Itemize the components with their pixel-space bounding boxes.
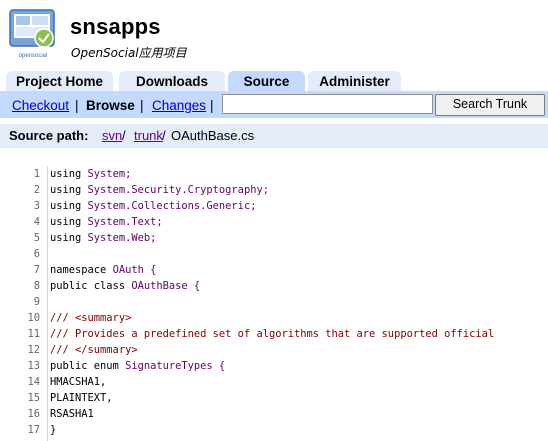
code-token: RSASHA1 — [50, 408, 94, 420]
line-number[interactable]: 3 — [0, 198, 40, 214]
tab-source[interactable]: Source — [228, 71, 305, 92]
code-token: /// <summary> — [50, 312, 132, 324]
line-number[interactable]: 15 — [0, 390, 40, 406]
code-token: } — [50, 424, 57, 436]
opensocial-logo-icon: opensocial — [9, 9, 55, 59]
path-separator: / — [122, 128, 126, 143]
code-text: public enum SignatureTypes { — [50, 358, 225, 374]
code-text: /// </summary> — [50, 342, 138, 358]
code-token: using — [50, 184, 88, 196]
line-number[interactable]: 6 — [0, 246, 40, 262]
changes-link[interactable]: Changes — [152, 98, 206, 113]
code-token: System.Web; — [87, 232, 157, 244]
source-path-label: Source path: — [9, 128, 89, 143]
tab-administer[interactable]: Administer — [308, 71, 401, 91]
code-text: PLAINTEXT, — [50, 390, 113, 406]
project-logo[interactable]: opensocial — [6, 8, 60, 60]
project-name[interactable]: snsapps — [70, 14, 161, 40]
line-number[interactable]: 9 — [0, 294, 40, 310]
code-text: /// Provides a predefined set of algorit… — [50, 326, 494, 342]
code-token: SignatureTypes { — [125, 360, 226, 372]
line-number[interactable]: 11 — [0, 326, 40, 342]
path-separator: / — [162, 128, 166, 143]
project-summary: OpenSocial应用项目 — [71, 46, 187, 60]
code-token: namespace — [50, 264, 113, 276]
line-number[interactable]: 12 — [0, 342, 40, 358]
code-text: using System.Collections.Generic; — [50, 198, 256, 214]
code-text: RSASHA1 — [50, 406, 94, 422]
code-token: using — [50, 168, 88, 180]
tab-project-home[interactable]: Project Home — [6, 71, 113, 91]
search-trunk-button[interactable]: Search Trunk — [435, 94, 545, 116]
code-token: using — [50, 232, 88, 244]
code-token: public enum — [50, 360, 126, 372]
subnav-separator: | — [75, 98, 79, 113]
browse-current: Browse — [86, 98, 135, 113]
code-token: HMACSHA1, — [50, 376, 107, 388]
subnav-separator: | — [140, 98, 144, 113]
line-number[interactable]: 10 — [0, 310, 40, 326]
current-file-name: OAuthBase.cs — [171, 128, 255, 143]
code-text: } — [50, 422, 56, 438]
checkout-link[interactable]: Checkout — [12, 98, 69, 113]
logo-text: opensocial — [19, 53, 48, 59]
source-code-view[interactable]: 1 using System; 2 using System.Security.Cry… — [0, 166, 548, 441]
tab-downloads[interactable]: Downloads — [119, 71, 225, 91]
code-token: OAuth { — [112, 264, 157, 276]
line-number[interactable]: 1 — [0, 166, 40, 182]
code-token: System.Security.Cryptography; — [87, 184, 269, 196]
code-token: OAuthBase { — [131, 280, 201, 292]
line-number[interactable]: 7 — [0, 262, 40, 278]
source-path-bar: Source path: svn / trunk / OAuthBase.cs — [0, 124, 548, 148]
code-text: using System.Web; — [50, 230, 156, 246]
code-token: System.Collections.Generic; — [87, 200, 257, 212]
code-token: /// Provides a predefined set of algorit… — [50, 328, 495, 340]
code-text: /// <summary> — [50, 310, 131, 326]
code-token: System; — [87, 168, 132, 180]
line-number[interactable]: 17 — [0, 422, 40, 438]
line-number[interactable]: 16 — [0, 406, 40, 422]
code-text: using System; — [50, 166, 131, 182]
line-number[interactable]: 14 — [0, 374, 40, 390]
code-token: /// </summary> — [50, 344, 138, 356]
code-token: System.Text; — [87, 216, 163, 228]
subnav-separator: | — [210, 98, 214, 113]
path-link-svn[interactable]: svn — [102, 124, 122, 148]
line-number[interactable]: 13 — [0, 358, 40, 374]
path-link-trunk[interactable]: trunk — [134, 124, 163, 148]
code-token: public class — [50, 280, 132, 292]
code-text: using System.Text; — [50, 214, 163, 230]
line-number[interactable]: 8 — [0, 278, 40, 294]
code-text: HMACSHA1, — [50, 374, 106, 390]
code-token: using — [50, 200, 88, 212]
code-token: PLAINTEXT, — [50, 392, 113, 404]
code-token: using — [50, 216, 88, 228]
code-text: public class OAuthBase { — [50, 278, 200, 294]
line-number[interactable]: 2 — [0, 182, 40, 198]
gutter-divider — [47, 166, 48, 441]
line-number[interactable]: 5 — [0, 230, 40, 246]
line-number[interactable]: 4 — [0, 214, 40, 230]
code-text: using System.Security.Cryptography; — [50, 182, 269, 198]
search-input[interactable] — [222, 94, 433, 114]
code-text: namespace OAuth { — [50, 262, 156, 278]
